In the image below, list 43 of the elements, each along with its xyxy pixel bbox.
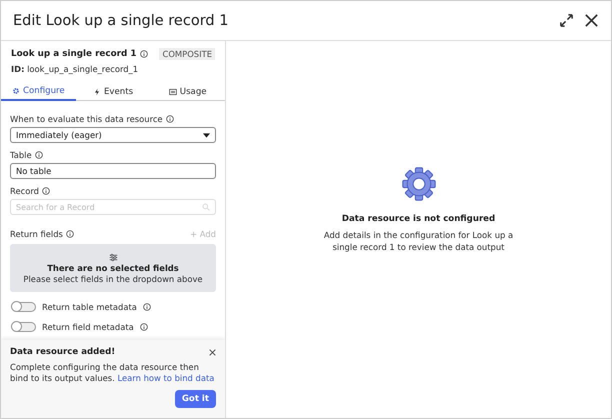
- toast-message: Complete configuring the data resource then bind to its output values. Learn how to bind data: [10, 362, 216, 385]
- close-icon[interactable]: [584, 13, 599, 28]
- resource-id: ID: look_up_a_single_record_1: [11, 64, 140, 74]
- field-label: Record: [10, 186, 39, 196]
- expand-icon[interactable]: [559, 13, 574, 28]
- window-title: Edit Look up a single record 1: [13, 12, 230, 28]
- info-icon[interactable]: [140, 50, 148, 58]
- empty-state-title: Data resource is not configured: [342, 214, 496, 224]
- toggle-switch[interactable]: [12, 322, 36, 332]
- gear-icon: [12, 87, 20, 95]
- got-it-button[interactable]: Got it: [174, 390, 216, 408]
- info-icon[interactable]: [66, 230, 74, 238]
- composite-badge: COMPOSITE: [159, 48, 215, 60]
- bind-data-link[interactable]: Learn how to bind data: [118, 373, 214, 384]
- toggle-switch[interactable]: [12, 302, 36, 312]
- gear-icon: [400, 166, 436, 202]
- info-icon[interactable]: [142, 303, 151, 311]
- search-icon: [202, 203, 210, 211]
- field-label: When to evaluate this data resource: [10, 114, 163, 124]
- info-icon[interactable]: [166, 115, 174, 123]
- table-field[interactable]: No table: [10, 163, 216, 179]
- info-icon[interactable]: [140, 323, 148, 331]
- info-icon[interactable]: [42, 187, 50, 195]
- resource-name: Look up a single record 1: [11, 49, 136, 59]
- list-icon: [168, 88, 177, 96]
- toast-title: Data resource added!: [10, 347, 116, 357]
- empty-state-text: Add details in the configuration for Look up a single record 1 to review the data output: [322, 230, 514, 253]
- evaluate-dropdown[interactable]: Immediately (eager): [10, 127, 216, 143]
- field-label: Return fields: [10, 229, 63, 239]
- caret-icon: [203, 132, 210, 138]
- field-label: Table: [10, 150, 32, 160]
- toggle-label: Return field metadata: [42, 322, 134, 332]
- tab[interactable]: Configure: [1, 82, 76, 101]
- bolt-icon: [92, 88, 101, 96]
- info-icon[interactable]: [34, 151, 43, 159]
- sliders-icon: [108, 252, 118, 262]
- tab[interactable]: Events: [76, 82, 150, 100]
- empty-title: There are no selected fields: [47, 262, 179, 272]
- tab[interactable]: Usage: [150, 82, 225, 100]
- empty-text: Please select fields in the dropdown above: [23, 274, 203, 284]
- close-icon[interactable]: [209, 348, 216, 356]
- toggle-label: Return table metadata: [42, 302, 137, 312]
- record-search-field[interactable]: Search for a Record: [10, 199, 216, 215]
